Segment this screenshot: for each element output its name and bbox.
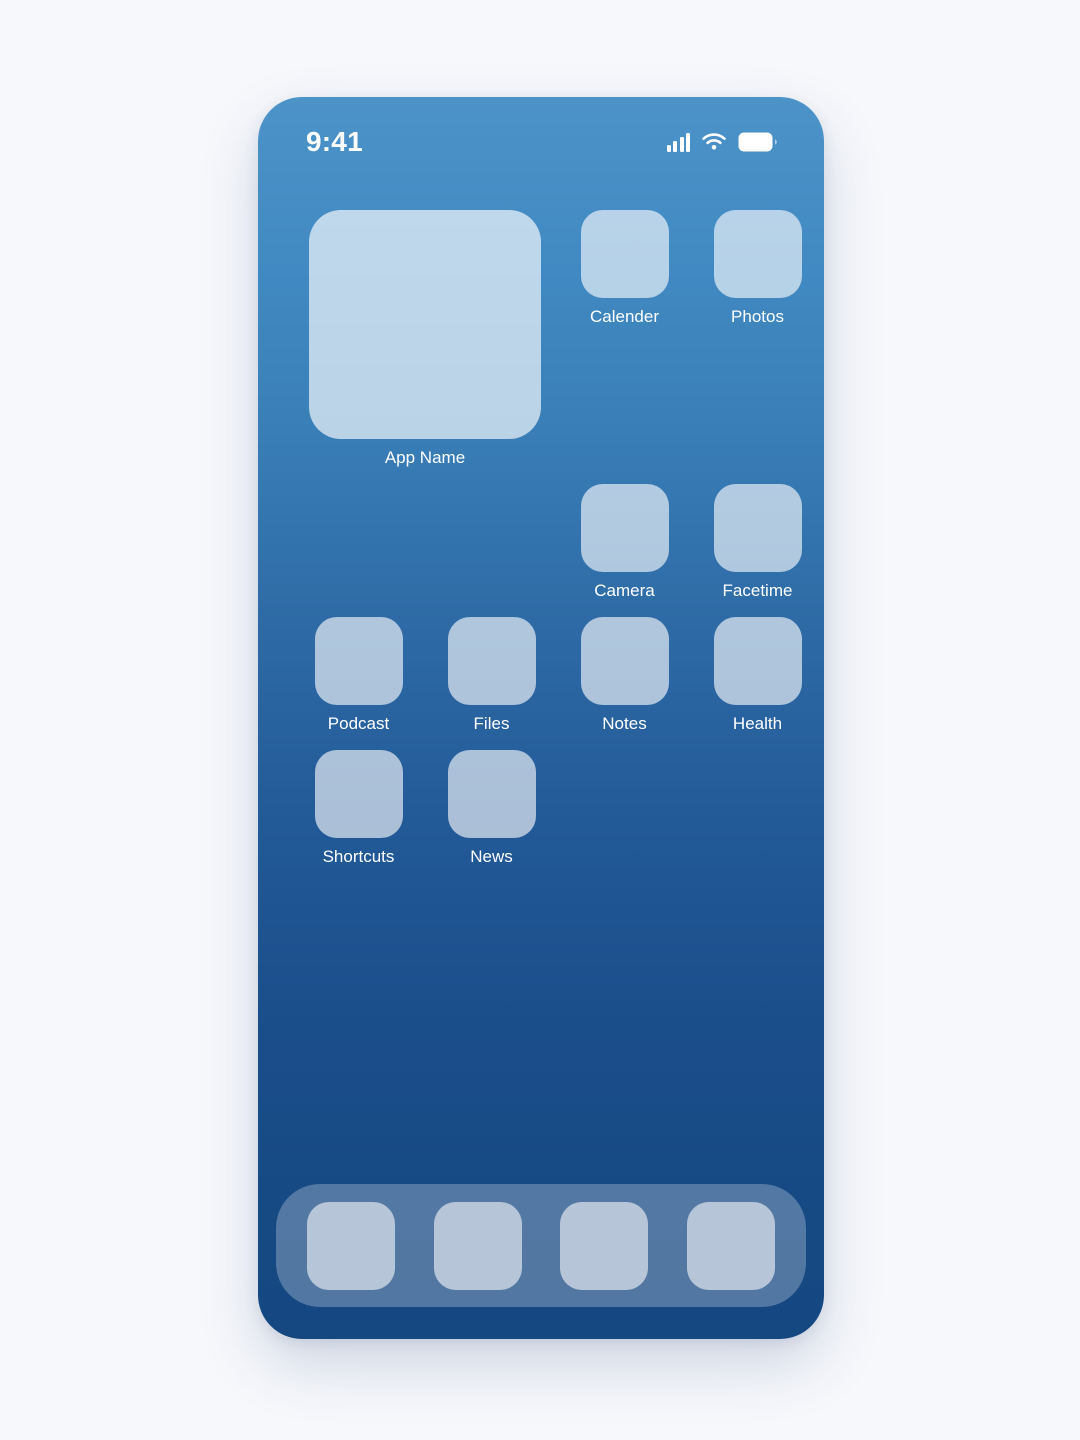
app-label: App Name [384,448,466,467]
app-label: Photos [731,307,784,326]
app-item-shortcuts[interactable]: Shortcuts [292,750,425,865]
app-label: Health [732,714,783,733]
dock-app-icon-3[interactable] [560,1201,649,1290]
app-item-facetime[interactable]: Facetime [691,484,824,599]
app-label: Podcast [327,714,390,733]
battery-icon [738,132,778,152]
notes-app-icon[interactable] [580,617,669,705]
grid-row: Shortcuts News [258,750,824,865]
grid-row: Camera Facetime [258,484,824,599]
app-item-health[interactable]: Health [691,617,824,732]
cellular-signal-icon [666,132,690,152]
dock-app-icon-1[interactable] [307,1201,396,1290]
app-item-podcast[interactable]: Podcast [292,617,425,732]
dock-app-icon-2[interactable] [433,1201,522,1290]
grid-row: Podcast Files Notes Health [258,617,824,732]
app-item-camera[interactable]: Camera [558,484,691,599]
app-widget-placeholder[interactable] [309,210,541,439]
app-label: Facetime [722,581,793,600]
grid-spacer [292,484,425,599]
app-item-files[interactable]: Files [425,617,558,732]
health-app-icon[interactable] [713,617,802,705]
files-app-icon[interactable] [447,617,536,705]
app-label: Shortcuts [322,847,395,866]
facetime-app-icon[interactable] [713,484,802,572]
status-bar: 9:41 [258,97,824,187]
home-screen-grid: App Name Calender Photos Camera Facetime [258,210,824,865]
grid-row: App Name Calender Photos [258,210,824,466]
dock [276,1184,806,1307]
news-app-icon[interactable] [447,750,536,838]
dock-app-icon-4[interactable] [686,1201,775,1290]
camera-app-icon[interactable] [580,484,669,572]
app-item-calender[interactable]: Calender [558,210,691,466]
calender-app-icon[interactable] [580,210,669,298]
grid-spacer [558,750,691,865]
app-label: Camera [594,581,655,600]
app-label: Files [473,714,510,733]
grid-spacer [691,750,824,865]
app-label: Notes [602,714,647,733]
photos-app-icon[interactable] [713,210,802,298]
wifi-icon [701,132,727,152]
app-label: Calender [590,307,659,326]
status-bar-time: 9:41 [306,126,363,157]
shortcuts-app-icon[interactable] [314,750,403,838]
status-bar-icons [666,132,779,152]
podcast-app-icon[interactable] [314,617,403,705]
phone-mockup-frame: 9:41 App Name Calender Photos Camera Fac… [258,97,824,1339]
app-label: News [470,847,513,866]
grid-spacer [425,484,558,599]
app-item-news[interactable]: News [425,750,558,865]
app-item-notes[interactable]: Notes [558,617,691,732]
app-item-photos[interactable]: Photos [691,210,824,466]
app-widget-app-name[interactable]: App Name [292,210,558,466]
